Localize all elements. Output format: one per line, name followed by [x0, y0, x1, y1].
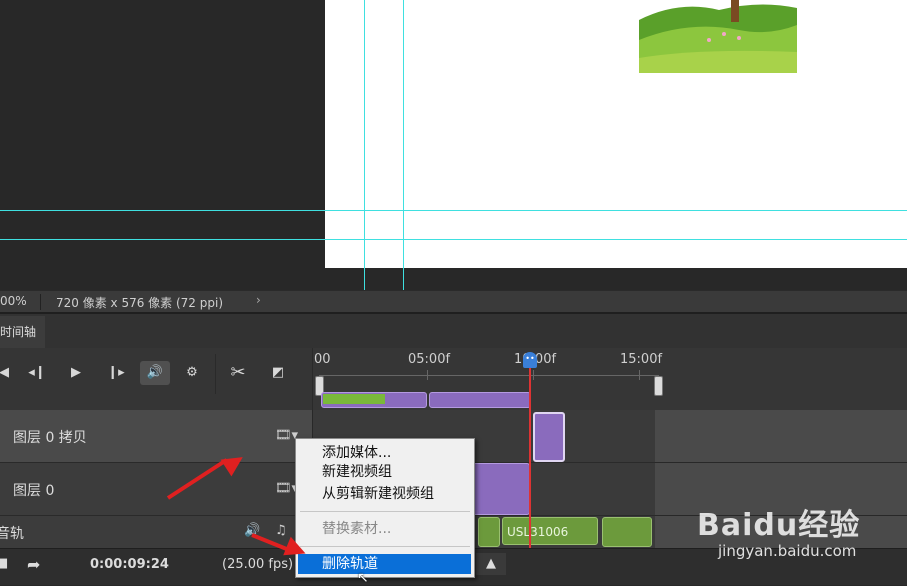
ruler-tick-label: 15:00f — [620, 352, 663, 367]
work-area-end-handle[interactable] — [654, 376, 663, 396]
document-canvas[interactable] — [325, 0, 907, 268]
video-clip[interactable] — [429, 392, 531, 408]
gear-icon[interactable]: ⚙ — [180, 361, 204, 385]
audio-clip-label: USL31006 — [507, 525, 569, 539]
audio-clip[interactable] — [602, 517, 652, 547]
transition-icon[interactable]: ◩ — [266, 361, 290, 385]
menu-item-replace-footage: 替换素材... — [322, 521, 392, 537]
video-clip[interactable] — [470, 463, 530, 515]
zoom-level[interactable]: 00% — [0, 294, 41, 310]
context-menu: 添加媒体... 新建视频组 从剪辑新建视频组 替换素材... 删除轨道 — [295, 438, 475, 578]
tab-timeline[interactable]: 时间轴 — [0, 316, 45, 350]
next-frame-icon[interactable]: ❙▸ — [104, 361, 128, 385]
track-header-layer-copy[interactable]: 图层 0 拷贝 🎞▾ — [0, 410, 312, 463]
music-note-icon[interactable]: ♫ — [275, 523, 287, 538]
watermark-url: jingyan.baidu.com — [718, 542, 857, 560]
menu-item-delete-track[interactable]: 删除轨道 — [298, 554, 471, 574]
render-icon[interactable]: ■ — [0, 556, 8, 571]
audio-icon[interactable]: 🔊 — [140, 361, 170, 385]
track-name: 音轨 — [0, 526, 24, 542]
zoom-mountain-icon[interactable]: ▲ — [476, 553, 506, 575]
playhead-handle[interactable]: •• — [523, 352, 537, 368]
menu-separator — [300, 511, 470, 512]
track-header-layer[interactable]: 图层 0 🎞▾ — [0, 463, 312, 516]
canvas-image — [639, 0, 797, 73]
divider — [215, 354, 216, 394]
audio-clip[interactable] — [478, 517, 500, 547]
previous-frame-icon[interactable]: ◂❙ — [25, 361, 49, 385]
scissors-icon[interactable]: ✂ — [226, 361, 250, 385]
track-header-audio[interactable]: 音轨 🔊 ♫ — [0, 516, 312, 549]
playback-controls: ◀ ◂❙ ▶ ❙▸ 🔊 ⚙ ✂ ◩ — [0, 348, 312, 410]
menu-item-new-video-group[interactable]: 新建视频组 — [322, 463, 392, 481]
chevron-right-icon[interactable]: › — [256, 293, 261, 307]
guide-vertical-2[interactable] — [403, 0, 404, 290]
current-timecode: 0:00:09:24 — [90, 557, 169, 572]
guide-vertical-1[interactable] — [364, 0, 365, 290]
menu-item-new-video-group-from-clips[interactable]: 从剪辑新建视频组 — [322, 485, 434, 503]
panel-header: 时间轴 — [0, 312, 907, 350]
convert-arrow-icon[interactable]: ➦ — [27, 555, 40, 574]
clip-thumbnail — [323, 394, 385, 404]
track-name: 图层 0 拷贝 — [13, 430, 87, 446]
audio-clip[interactable]: USL31006 — [502, 517, 598, 545]
go-to-first-frame-icon[interactable]: ◀ — [0, 361, 16, 385]
selected-video-clip[interactable] — [533, 412, 565, 462]
menu-separator — [300, 546, 470, 547]
guide-horizontal-1[interactable] — [0, 210, 907, 211]
play-icon[interactable]: ▶ — [64, 361, 88, 385]
ruler-tick-label: 05:00f — [408, 352, 451, 367]
track-lane-empty — [655, 410, 907, 462]
guide-horizontal-2[interactable] — [0, 239, 907, 240]
frame-rate: (25.00 fps) — [222, 557, 294, 572]
status-bar: 00% 720 像素 x 576 像素 (72 ppi) › — [0, 290, 907, 313]
menu-item-add-media[interactable]: 添加媒体... — [322, 444, 391, 462]
document-info: 720 像素 x 576 像素 (72 ppi) — [56, 296, 223, 310]
track-name: 图层 0 — [13, 483, 55, 499]
ruler-tick-label: 00 — [314, 352, 331, 367]
watermark-logo: Baidu经验 — [697, 508, 861, 543]
